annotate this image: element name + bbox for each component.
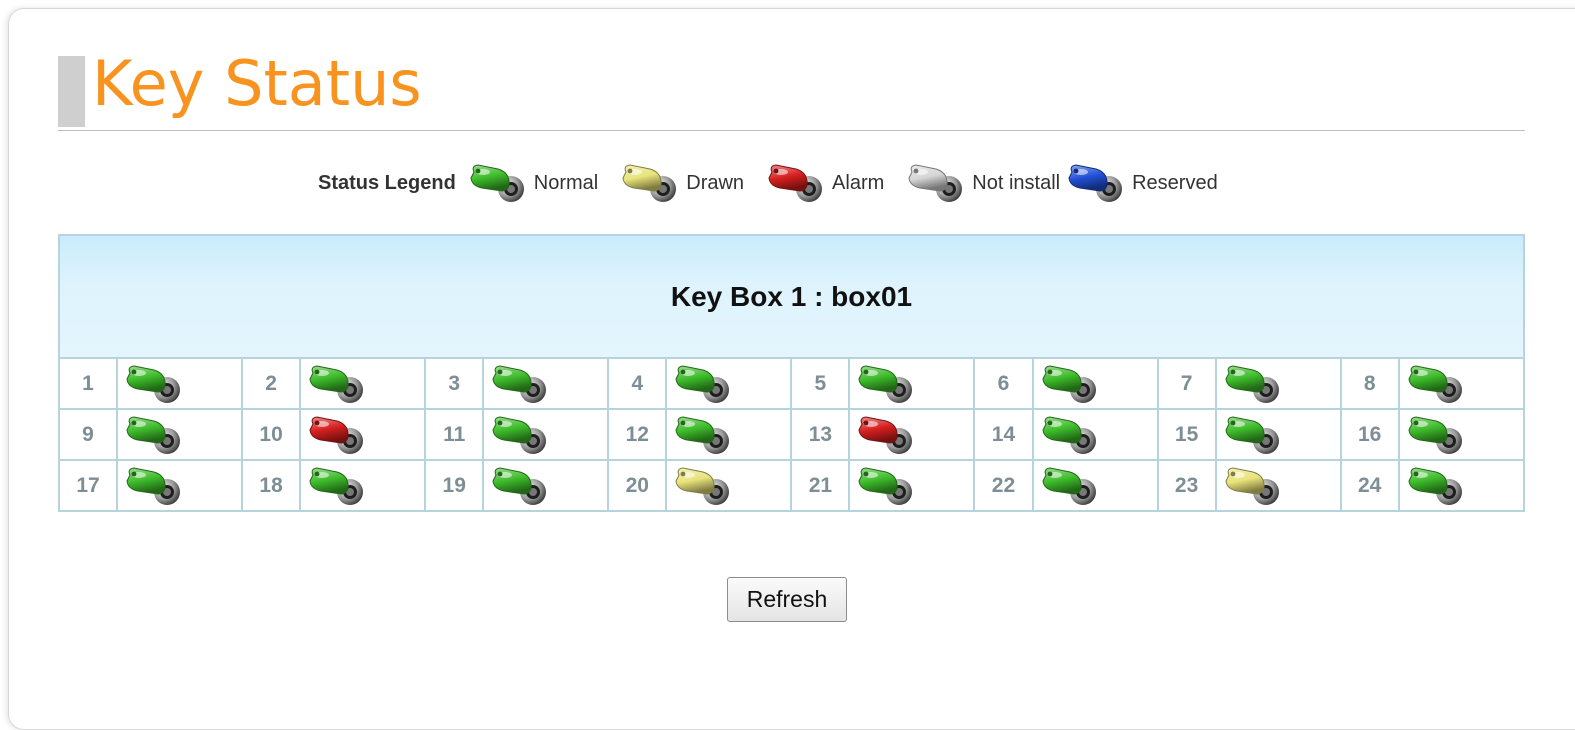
slot-key-normal: [848, 357, 976, 410]
slot-number: 5: [790, 357, 851, 410]
key-icon: [126, 466, 181, 505]
slot-key-normal: [1214, 408, 1342, 461]
key-icon: [858, 415, 913, 454]
key-icon: [309, 415, 364, 454]
legend-item-reserved: Reserved: [1066, 162, 1218, 204]
slot-number: 8: [1339, 357, 1400, 410]
title-accent-bar: [58, 56, 85, 127]
title-divider: [58, 130, 1525, 131]
key-icon: [675, 466, 730, 505]
legend-label: Normal: [533, 171, 599, 194]
slot-number: 17: [57, 459, 119, 512]
legend-label: Alarm: [832, 171, 885, 194]
status-legend: Status Legend Normal Drawn Alarm Not instal…: [318, 162, 1218, 204]
key-icon: [309, 364, 364, 403]
slot-key-normal: [299, 357, 427, 410]
slot-number: 6: [973, 357, 1034, 410]
slot-number: 21: [790, 459, 851, 512]
slot-key-normal: [482, 459, 610, 512]
key-icon: [470, 164, 524, 202]
slot-row: 1 2 3 4 5 6 7 8: [57, 357, 1526, 410]
key-icon: [1041, 364, 1096, 403]
key-icon: [675, 364, 730, 403]
key-icon: [1408, 415, 1462, 454]
slot-number: 18: [241, 459, 302, 512]
slot-key-normal: [665, 408, 793, 461]
key-icon: [126, 415, 181, 454]
legend-item-drawn: Drawn: [620, 162, 744, 204]
key-icon: [908, 164, 963, 202]
key-icon: [126, 364, 181, 403]
slot-number: 23: [1156, 459, 1217, 512]
key-icon: [1408, 466, 1462, 505]
key-icon: [1041, 466, 1096, 505]
slot-number: 4: [607, 357, 668, 410]
key-icon: [622, 164, 677, 202]
slot-number: 20: [607, 459, 668, 512]
slot-key-normal: [1031, 408, 1159, 461]
slot-key-normal: [1031, 357, 1159, 410]
slot-key-drawn: [665, 459, 793, 512]
slot-row: 9 10 11 12 13 14 15 16: [57, 408, 1526, 461]
slot-number: 19: [424, 459, 485, 512]
slot-number: 10: [241, 408, 302, 461]
key-icon: [858, 364, 913, 403]
legend-label: Drawn: [686, 171, 745, 194]
slot-number: 13: [790, 408, 851, 461]
key-icon: [1225, 415, 1279, 454]
slot-key-alarm: [848, 408, 976, 461]
legend-label: Reserved: [1132, 171, 1218, 194]
key-icon: [492, 415, 547, 454]
key-box-table: Key Box 1 : box01 1 2 3 4 5 6 7 8 9 10 11 12 13 14 15 1…: [57, 234, 1526, 512]
key-icon: [1408, 364, 1462, 403]
slot-key-normal: [848, 459, 976, 512]
legend-item-alarm: Alarm: [766, 162, 884, 204]
slot-number: 14: [973, 408, 1034, 461]
refresh-button[interactable]: Refresh: [727, 577, 847, 622]
slot-key-normal: [1397, 459, 1526, 512]
key-box-title: Key Box 1 : box01: [58, 234, 1525, 359]
key-icon: [309, 466, 364, 505]
slot-key-drawn: [1214, 459, 1342, 512]
key-icon: [768, 164, 823, 202]
key-icon: [1068, 164, 1123, 202]
slot-key-normal: [116, 459, 244, 512]
legend-title: Status Legend: [318, 171, 456, 194]
slot-key-normal: [116, 408, 244, 461]
slot-number: 15: [1156, 408, 1217, 461]
slot-key-normal: [1397, 357, 1526, 410]
slot-row: 17 18 19 20 21 22 23 24: [57, 459, 1526, 512]
slot-number: 16: [1339, 408, 1400, 461]
legend-label: Not install: [972, 171, 1061, 194]
slot-key-normal: [116, 357, 244, 410]
slot-number: 12: [607, 408, 668, 461]
slot-number: 22: [973, 459, 1034, 512]
slot-number: 11: [424, 408, 485, 461]
key-icon: [675, 415, 730, 454]
key-icon: [1225, 466, 1279, 505]
legend-item-not-install: Not install: [906, 162, 1060, 204]
slot-key-normal: [665, 357, 793, 410]
slot-number: 1: [57, 357, 119, 410]
slot-key-normal: [1031, 459, 1159, 512]
page-title: Key Status: [92, 47, 422, 120]
legend-item-normal: Normal: [468, 162, 598, 204]
slot-key-normal: [1397, 408, 1526, 461]
slot-number: 7: [1156, 357, 1217, 410]
slot-number: 3: [424, 357, 485, 410]
slot-key-normal: [1214, 357, 1342, 410]
key-icon: [1225, 364, 1279, 403]
slot-key-alarm: [299, 408, 427, 461]
slot-number: 9: [57, 408, 119, 461]
slot-number: 2: [241, 357, 302, 410]
slot-key-normal: [299, 459, 427, 512]
key-icon: [858, 466, 913, 505]
key-icon: [492, 364, 547, 403]
slot-key-normal: [482, 357, 610, 410]
slot-key-normal: [482, 408, 610, 461]
key-icon: [1041, 415, 1096, 454]
key-icon: [492, 466, 547, 505]
slot-number: 24: [1339, 459, 1400, 512]
